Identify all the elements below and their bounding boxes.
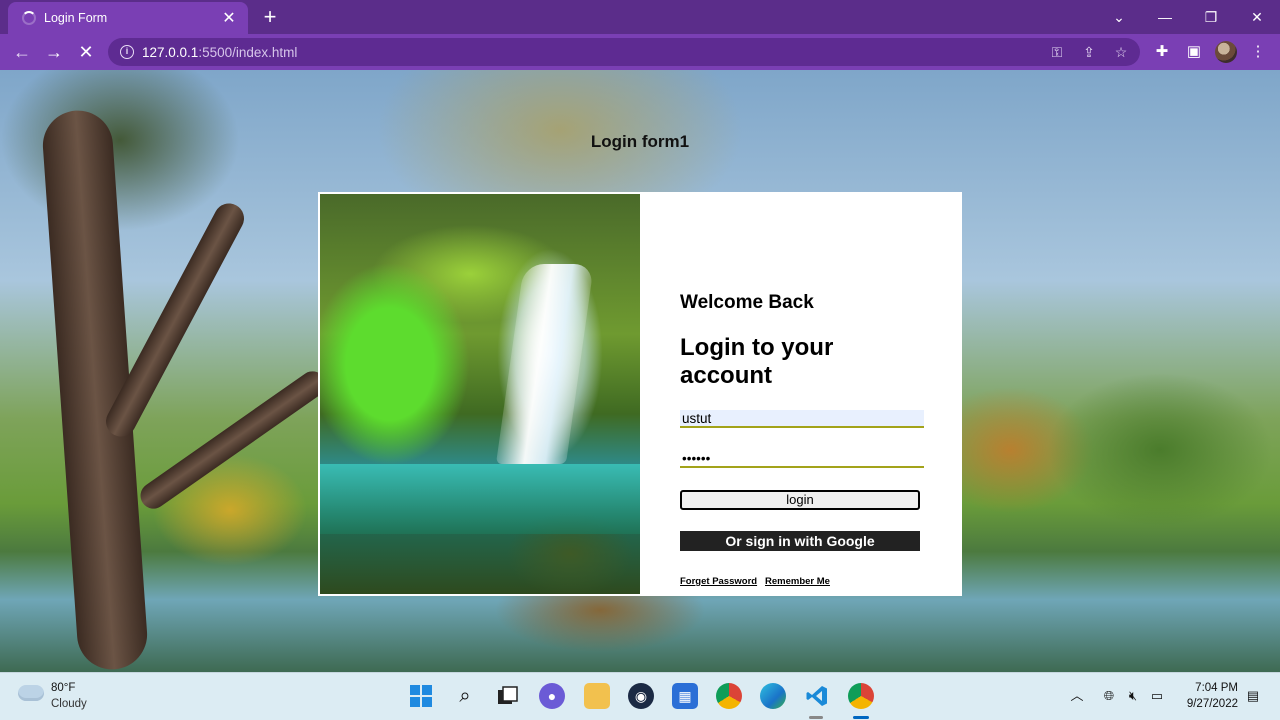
pool-shape [320, 464, 640, 534]
store-icon[interactable]: ▦ [672, 683, 698, 709]
tab-strip: Login Form ✕ + ⌄ — ❐ ✕ [0, 0, 1280, 34]
form-links: Forget Password Remember Me [680, 576, 830, 587]
volume-muted-icon[interactable]: 🔇︎ [1124, 687, 1142, 705]
vscode-icon[interactable] [804, 683, 830, 709]
tab-login-form[interactable]: Login Form ✕ [8, 2, 248, 34]
task-view-icon[interactable] [495, 683, 521, 709]
search-icon[interactable]: ⌕ [452, 683, 478, 709]
page-viewport: Login form1 Welcome Back Login to your a… [0, 70, 1280, 672]
restore-button[interactable]: ❐ [1188, 0, 1234, 34]
file-explorer-icon[interactable] [584, 683, 610, 709]
new-tab-button[interactable]: + [258, 4, 282, 30]
profile-avatar[interactable] [1215, 41, 1237, 63]
close-window-button[interactable]: ✕ [1234, 0, 1280, 34]
network-icon[interactable]: 🌐︎ [1100, 687, 1118, 705]
waterfall-image [320, 194, 640, 594]
url-path: :5500/index.html [198, 44, 298, 60]
address-bar[interactable]: i 127.0.0.1:5500/index.html ⚿ ⇪ ☆ [108, 38, 1140, 66]
remember-me-link[interactable]: Remember Me [765, 576, 830, 587]
username-input[interactable] [680, 410, 924, 428]
site-info-icon[interactable]: i [120, 45, 134, 59]
notification-icon[interactable]: ▤ [1244, 687, 1262, 705]
chevron-up-icon[interactable]: ︿ [1068, 687, 1086, 705]
clock-date[interactable]: 9/27/2022 [1176, 698, 1238, 710]
login-button[interactable]: login [680, 490, 920, 510]
menu-icon[interactable]: ⋮ [1248, 42, 1268, 62]
google-signin-button[interactable]: Or sign in with Google [680, 531, 920, 551]
waterfall-shape [495, 264, 595, 464]
login-card: Welcome Back Login to your account login… [318, 192, 962, 596]
login-heading: Login to your account [680, 334, 834, 389]
forward-icon[interactable]: → [42, 40, 66, 64]
tab-search-button[interactable]: ⌄ [1096, 0, 1142, 34]
login-form: Welcome Back Login to your account login… [680, 192, 940, 596]
browser-toolbar: ← → ✕ i 127.0.0.1:5500/index.html ⚿ ⇪ ☆ … [0, 34, 1280, 70]
side-panel-icon[interactable]: ▣ [1184, 42, 1204, 62]
welcome-heading: Welcome Back [680, 292, 814, 313]
loading-spinner-icon [22, 11, 36, 25]
chrome-profile-icon[interactable] [848, 683, 874, 709]
taskbar: 80°F Cloudy ⌕ ● ◉ ▦ ︿ 🌐︎ 🔇︎ ▭ 7:04 PM 9/… [0, 672, 1280, 720]
bookmark-star-icon[interactable]: ☆ [1112, 43, 1130, 61]
weather-description[interactable]: Cloudy [51, 698, 87, 710]
weather-temperature[interactable]: 80°F [51, 682, 75, 694]
battery-icon[interactable]: ▭ [1148, 687, 1166, 705]
chrome-icon[interactable] [716, 683, 742, 709]
share-icon[interactable]: ⇪ [1080, 43, 1098, 61]
app-active-indicator [853, 716, 869, 719]
forget-password-link[interactable]: Forget Password [680, 576, 757, 587]
steam-icon[interactable]: ◉ [628, 683, 654, 709]
stop-icon[interactable]: ✕ [74, 40, 98, 64]
minimize-button[interactable]: — [1142, 0, 1188, 34]
edge-icon[interactable] [760, 683, 786, 709]
tab-title: Login Form [44, 11, 108, 25]
cloud-icon[interactable] [18, 685, 44, 701]
password-input[interactable] [680, 450, 924, 468]
start-icon[interactable] [408, 683, 434, 709]
app-running-indicator [809, 716, 823, 719]
page-title: Login form1 [590, 132, 690, 151]
chat-icon[interactable]: ● [539, 683, 565, 709]
tab-close-icon[interactable]: ✕ [220, 8, 238, 28]
extensions-icon[interactable]: ✚ [1152, 42, 1172, 62]
tree-branch [135, 366, 331, 514]
clock-time[interactable]: 7:04 PM [1190, 682, 1238, 694]
password-key-icon[interactable]: ⚿ [1048, 43, 1066, 61]
back-icon[interactable]: ← [10, 40, 34, 64]
url-host: 127.0.0.1 [142, 44, 199, 60]
